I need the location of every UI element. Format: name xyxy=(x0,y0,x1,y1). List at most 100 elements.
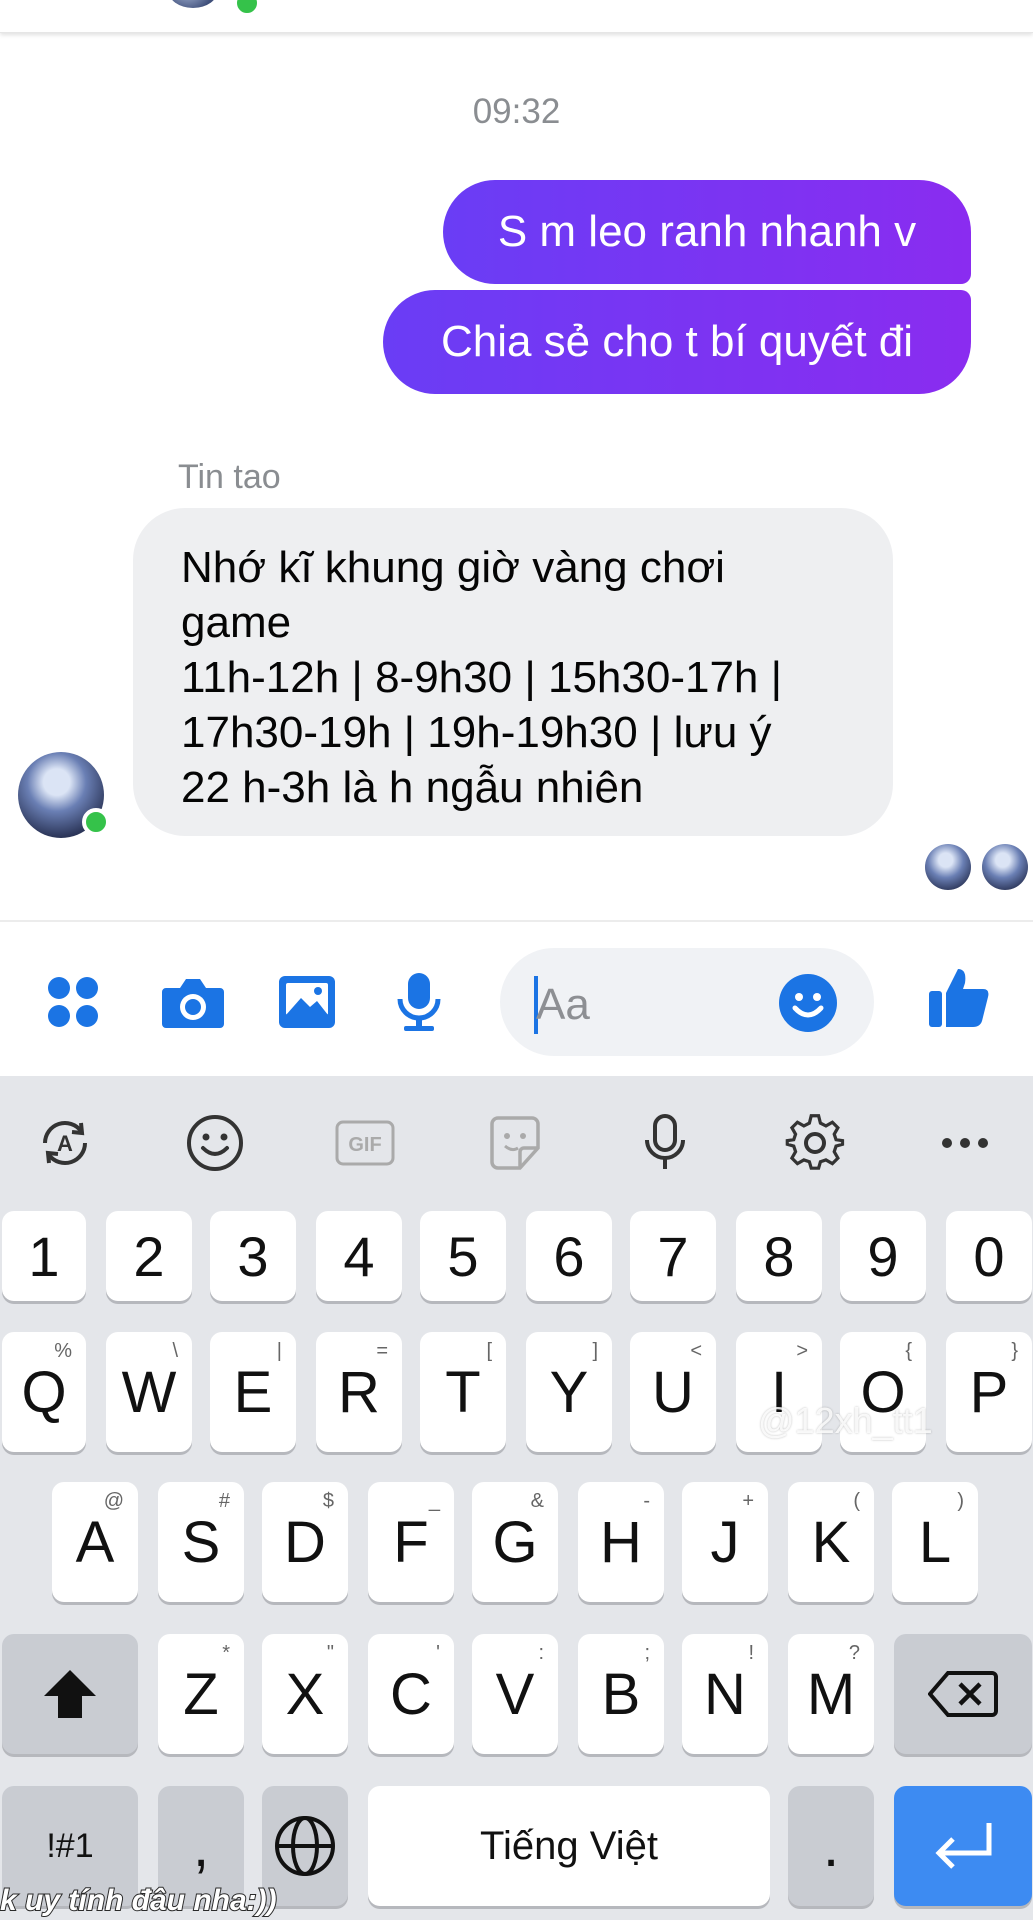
key-w[interactable]: W \ xyxy=(106,1332,192,1452)
message-composer: Aa xyxy=(0,920,1033,1078)
chat-header xyxy=(0,0,1033,33)
key-x[interactable]: X " xyxy=(262,1634,348,1754)
key-hint: ' xyxy=(436,1642,440,1664)
key-7[interactable]: 7 xyxy=(630,1211,716,1301)
key-6[interactable]: 6 xyxy=(526,1211,612,1301)
key-hint: + xyxy=(742,1490,754,1512)
translate-icon[interactable]: A xyxy=(30,1108,100,1178)
apps-icon[interactable] xyxy=(38,967,108,1037)
key-hint: @ xyxy=(103,1490,124,1512)
key-8[interactable]: 8 xyxy=(736,1211,822,1301)
key-v[interactable]: V: xyxy=(472,1634,558,1754)
key-5[interactable]: 5 xyxy=(420,1211,506,1301)
video-caption: k uy tính đâu nha:)) xyxy=(0,1883,278,1918)
backspace-key[interactable] xyxy=(894,1634,1032,1754)
key-c[interactable]: C ' xyxy=(368,1634,454,1754)
key-hint: $ xyxy=(322,1490,334,1512)
key-t[interactable]: T[ xyxy=(420,1332,506,1452)
key-label: Q xyxy=(21,1359,67,1425)
key-2[interactable]: 2 xyxy=(106,1211,192,1301)
key-k[interactable]: K( xyxy=(788,1482,874,1602)
period-key[interactable]: . xyxy=(788,1786,874,1906)
gallery-icon[interactable] xyxy=(272,967,342,1037)
message-input[interactable]: Aa xyxy=(500,948,874,1056)
emoji-icon[interactable] xyxy=(180,1108,250,1178)
key-y[interactable]: Y] xyxy=(526,1332,612,1452)
message-timestamp: 09:32 xyxy=(472,92,561,131)
key-p[interactable]: P} xyxy=(946,1332,1032,1452)
key-label: Y xyxy=(549,1359,589,1425)
key-q[interactable]: Q% xyxy=(2,1332,86,1452)
key-label: . xyxy=(822,1813,840,1879)
key-h[interactable]: H- xyxy=(578,1482,664,1602)
key-label: R xyxy=(338,1359,380,1425)
key-3[interactable]: 3 xyxy=(210,1211,296,1301)
key-l[interactable]: L) xyxy=(892,1482,978,1602)
svg-text:A: A xyxy=(57,1131,73,1156)
key-label: W xyxy=(121,1359,177,1425)
key-label: B xyxy=(601,1661,641,1727)
soft-keyboard: A GIF 1 2 3 4 5 6 7 8 9 0 Q % W \ E | R … xyxy=(0,1076,1033,1920)
sender-name: Tin tao xyxy=(178,458,281,496)
key-n[interactable]: N! xyxy=(682,1634,768,1754)
key-s[interactable]: S # xyxy=(158,1482,244,1602)
key-0[interactable]: 0 xyxy=(946,1211,1032,1301)
mic-icon[interactable] xyxy=(630,1108,700,1178)
key-1[interactable]: 1 xyxy=(2,1211,86,1301)
key-r[interactable]: R = xyxy=(316,1332,402,1452)
key-hint: > xyxy=(796,1340,808,1362)
message-line: 17h30-19h | 19h-19h30 | lưu ý xyxy=(181,708,772,757)
key-m[interactable]: M? xyxy=(788,1634,874,1754)
more-icon[interactable] xyxy=(930,1108,1000,1178)
gif-icon[interactable]: GIF xyxy=(330,1108,400,1178)
key-e[interactable]: E | xyxy=(210,1332,296,1452)
sticker-icon[interactable] xyxy=(480,1108,550,1178)
emoji-icon[interactable] xyxy=(778,973,838,1033)
shift-key[interactable] xyxy=(2,1634,138,1754)
online-indicator xyxy=(82,808,110,836)
key-4[interactable]: 4 xyxy=(316,1211,402,1301)
key-a[interactable]: A @ xyxy=(52,1482,138,1602)
message-line: Nhớ kĩ khung giờ vàng chơi xyxy=(181,543,725,592)
message-line: 11h-12h | 8-9h30 | 15h30-17h | xyxy=(181,653,783,702)
sender-avatar[interactable] xyxy=(18,752,110,838)
key-j[interactable]: J + xyxy=(682,1482,768,1602)
key-9[interactable]: 9 xyxy=(840,1211,926,1301)
key-hint: = xyxy=(376,1340,388,1362)
key-g[interactable]: G & xyxy=(472,1482,558,1602)
enter-key[interactable] xyxy=(894,1786,1032,1906)
outgoing-message[interactable]: S m leo ranh nhanh v xyxy=(443,180,971,284)
like-icon[interactable] xyxy=(924,962,994,1032)
key-label: T xyxy=(445,1359,481,1425)
camera-icon[interactable] xyxy=(158,967,228,1037)
key-label: L xyxy=(918,1509,952,1575)
key-hint: _ xyxy=(428,1490,440,1512)
key-u[interactable]: U < xyxy=(630,1332,716,1452)
incoming-message[interactable]: Nhớ kĩ khung giờ vàng chơi game 11h-12h … xyxy=(133,508,893,836)
key-label: G xyxy=(492,1509,538,1575)
key-label: E xyxy=(233,1359,273,1425)
shift-icon xyxy=(44,1670,96,1718)
key-f[interactable]: F _ xyxy=(368,1482,454,1602)
space-key[interactable]: Tiếng Việt xyxy=(368,1786,770,1906)
key-label: , xyxy=(192,1813,210,1879)
key-z[interactable]: Z * xyxy=(158,1634,244,1754)
key-label: Tiếng Việt xyxy=(480,1823,658,1868)
key-label: M xyxy=(806,1661,856,1727)
key-label: S xyxy=(181,1509,221,1575)
outgoing-message[interactable]: Chia sẻ cho t bí quyết đi xyxy=(383,290,971,394)
key-b[interactable]: B; xyxy=(578,1634,664,1754)
key-label: K xyxy=(811,1509,851,1575)
key-label: Z xyxy=(183,1661,219,1727)
key-hint: - xyxy=(643,1490,650,1512)
key-label: A xyxy=(75,1509,115,1575)
key-label: J xyxy=(710,1509,740,1575)
key-d[interactable]: D $ xyxy=(262,1482,348,1602)
mic-icon[interactable] xyxy=(384,967,454,1037)
key-hint: ! xyxy=(748,1642,754,1664)
key-hint: " xyxy=(326,1642,334,1664)
key-hint: [ xyxy=(486,1340,492,1362)
key-label: P xyxy=(969,1359,1009,1425)
header-avatar[interactable] xyxy=(168,0,218,8)
settings-icon[interactable] xyxy=(780,1108,850,1178)
